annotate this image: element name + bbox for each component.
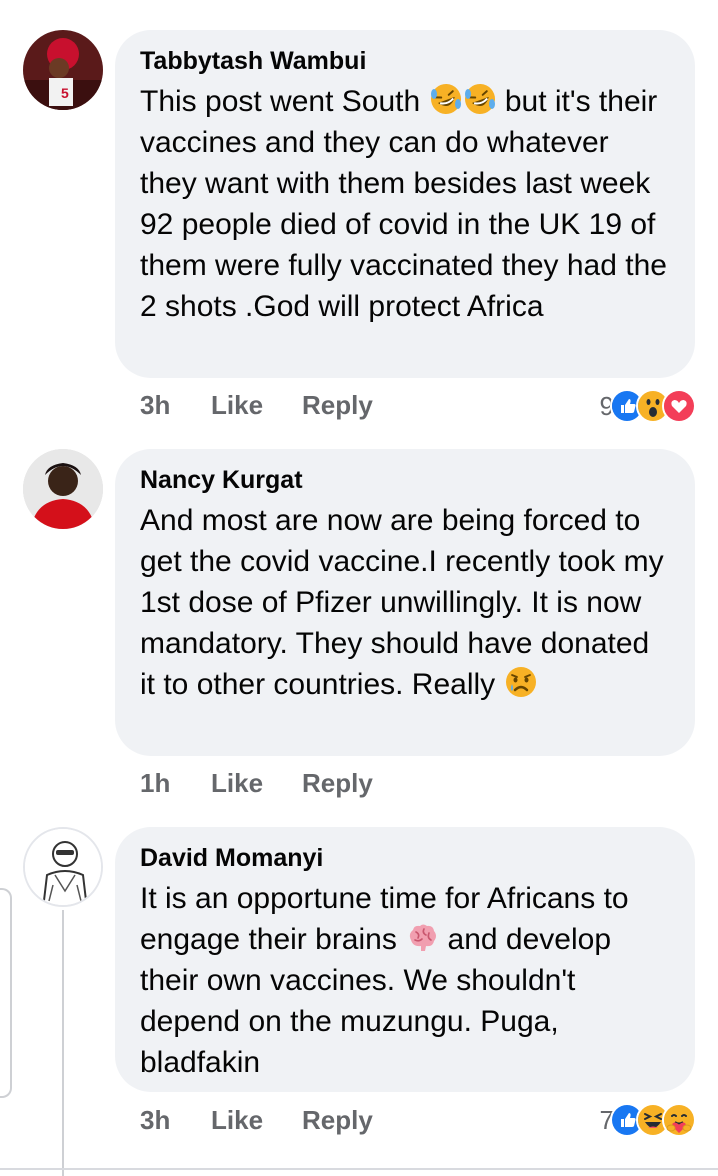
- comment-text: This post went South but it's their vacc…: [140, 81, 671, 327]
- avatar[interactable]: 5: [23, 30, 103, 110]
- avatar[interactable]: [23, 827, 103, 907]
- like-button[interactable]: Like: [211, 1105, 263, 1136]
- rofl-emoji: [429, 82, 463, 116]
- comment-time[interactable]: 1h: [140, 768, 170, 799]
- like-button[interactable]: Like: [211, 768, 263, 799]
- reaction-summary[interactable]: 7: [600, 1100, 696, 1140]
- comment-bubble: David Momanyi It is an opportune time fo…: [115, 827, 695, 1092]
- comment-author[interactable]: Nancy Kurgat: [140, 465, 671, 496]
- love-reaction-icon: [662, 389, 696, 423]
- brain-emoji: [405, 920, 439, 954]
- crying-face-emoji: [504, 665, 538, 699]
- side-panel-edge: [0, 888, 12, 1098]
- reply-button[interactable]: Reply: [302, 390, 373, 421]
- like-button[interactable]: Like: [211, 390, 263, 421]
- svg-text:5: 5: [61, 85, 69, 101]
- comment-author[interactable]: Tabbytash Wambui: [140, 46, 671, 77]
- comment-bubble: Tabbytash Wambui This post went South bu…: [115, 30, 695, 378]
- rofl-emoji: [463, 82, 497, 116]
- reply-button[interactable]: Reply: [302, 1105, 373, 1136]
- comment-bubble: Nancy Kurgat And most are now are being …: [115, 449, 695, 756]
- comment-text: It is an opportune time for Africans to …: [140, 882, 629, 1079]
- divider: [0, 1168, 718, 1170]
- reaction-summary[interactable]: 9: [600, 386, 696, 426]
- reply-button[interactable]: Reply: [302, 768, 373, 799]
- avatar[interactable]: [23, 449, 103, 529]
- care-reaction-icon: [662, 1103, 696, 1137]
- reply-thread-line: [62, 910, 64, 1176]
- comment-time[interactable]: 3h: [140, 390, 170, 421]
- comment-time[interactable]: 3h: [140, 1105, 170, 1136]
- comment-author[interactable]: David Momanyi: [140, 843, 671, 874]
- comment-text: And most are now are being forced to get…: [140, 504, 664, 701]
